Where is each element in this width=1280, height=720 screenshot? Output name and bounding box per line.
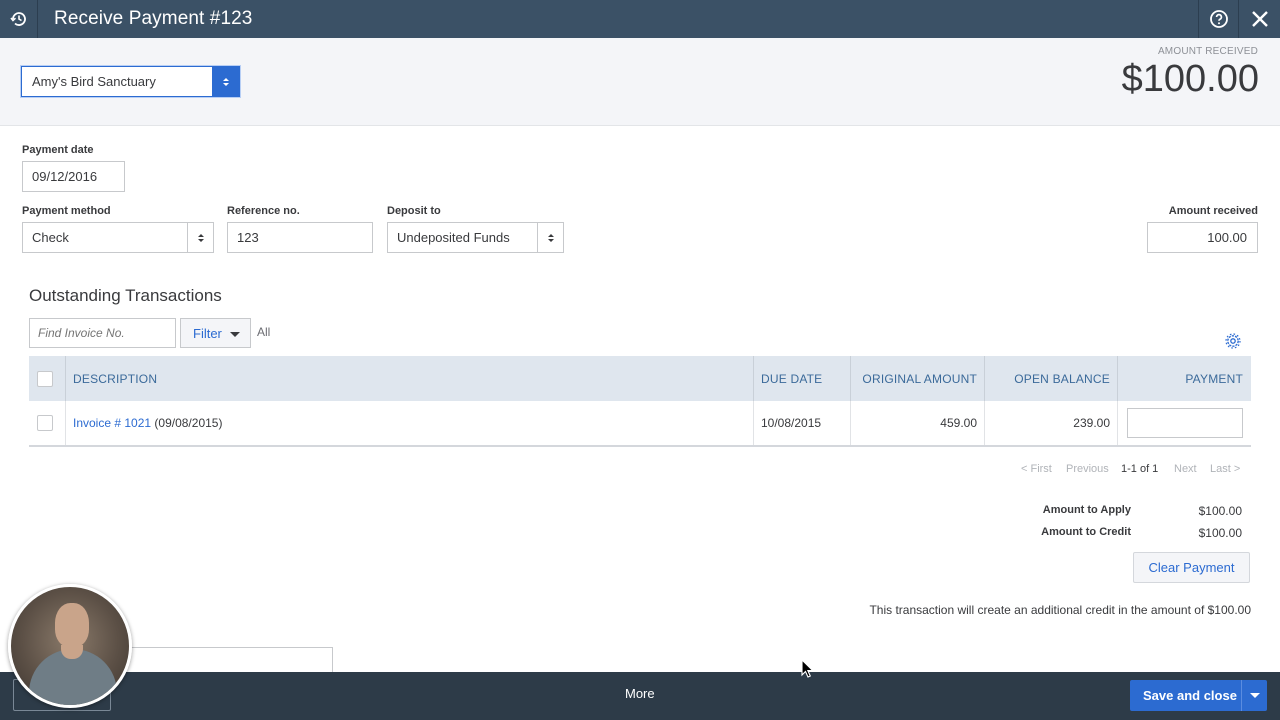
select-arrows-icon[interactable]: [212, 67, 239, 96]
row-description: Invoice # 1021 (09/08/2015): [73, 401, 222, 445]
select-all-checkbox[interactable]: [37, 356, 57, 401]
history-icon[interactable]: [0, 0, 38, 38]
row-open-balance: 239.00: [1073, 416, 1110, 430]
payment-method-label: Payment method: [22, 205, 111, 217]
pager-last[interactable]: Last >: [1210, 463, 1240, 475]
amount-received-total: $100.00: [1121, 58, 1259, 100]
select-arrows-icon: [187, 223, 213, 252]
deposit-to-value: Undeposited Funds: [397, 230, 510, 245]
amount-to-credit-label: Amount to Credit: [1041, 526, 1131, 538]
row-payment-cell: [1127, 401, 1243, 445]
gear-icon[interactable]: [1224, 332, 1242, 355]
customer-select[interactable]: Amy's Bird Sanctuary: [21, 66, 240, 97]
pager-first[interactable]: < First: [1021, 463, 1052, 475]
reference-field[interactable]: 123: [227, 222, 373, 253]
amount-to-credit-value: $100.00: [1198, 526, 1242, 540]
payment-date-field[interactable]: 09/12/2016: [22, 161, 125, 192]
filter-scope: All: [257, 325, 271, 339]
row-original-amount: 459.00: [940, 416, 977, 430]
filter-button[interactable]: Filter: [180, 318, 251, 348]
mouse-cursor-icon: [801, 659, 815, 678]
payment-method-select[interactable]: Check: [22, 222, 214, 253]
column-open-balance[interactable]: OPEN BALANCE: [984, 356, 1110, 401]
title-bar: Receive Payment #123: [0, 0, 1280, 38]
customer-band: Amy's Bird Sanctuary AMOUNT RECEIVED $10…: [0, 38, 1280, 126]
filter-label: Filter: [193, 326, 222, 341]
amount-to-apply-value: $100.00: [1198, 504, 1242, 518]
footer-bar: More Save and close: [0, 672, 1280, 720]
caret-down-icon: [230, 332, 240, 337]
table-row: Invoice # 1021 (09/08/2015) 10/08/2015 4…: [29, 401, 1251, 447]
column-due-date[interactable]: DUE DATE: [761, 356, 822, 401]
customer-value: Amy's Bird Sanctuary: [32, 74, 156, 89]
amount-received-field-value: 100.00: [1207, 230, 1247, 245]
column-original-amount[interactable]: ORIGINAL AMOUNT: [850, 356, 977, 401]
save-and-close-button[interactable]: Save and close: [1130, 680, 1267, 711]
payment-method-value: Check: [32, 230, 69, 245]
payment-date-value: 09/12/2016: [32, 169, 98, 184]
more-button[interactable]: More: [625, 686, 655, 701]
payment-input[interactable]: [1127, 408, 1243, 438]
help-icon[interactable]: [1198, 0, 1238, 38]
outstanding-title: Outstanding Transactions: [29, 286, 222, 305]
table-header: DESCRIPTION DUE DATE ORIGINAL AMOUNT OPE…: [29, 356, 1251, 401]
amount-received-field[interactable]: 100.00: [1147, 222, 1258, 253]
payment-date-label: Payment date: [22, 144, 94, 156]
webcam-overlay: [8, 584, 132, 708]
column-payment[interactable]: PAYMENT: [1117, 356, 1243, 401]
amount-to-apply-label: Amount to Apply: [1042, 504, 1131, 516]
pager-range: 1-1 of 1: [1121, 463, 1159, 475]
amount-received-field-label: Amount received: [1168, 205, 1258, 217]
close-icon[interactable]: [1238, 0, 1280, 38]
row-due-date: 10/08/2015: [761, 416, 822, 430]
select-arrows-icon: [537, 223, 563, 252]
deposit-to-select[interactable]: Undeposited Funds: [387, 222, 564, 253]
pager-next[interactable]: Next: [1174, 463, 1197, 475]
reference-label: Reference no.: [227, 205, 300, 217]
amount-received-label: AMOUNT RECEIVED: [1157, 46, 1258, 57]
page-title: Receive Payment #123: [54, 8, 253, 29]
invoice-link[interactable]: Invoice # 1021: [73, 416, 151, 430]
row-checkbox[interactable]: [37, 401, 57, 445]
save-and-close-label: Save and close: [1143, 688, 1237, 703]
clear-payment-button[interactable]: Clear Payment: [1133, 552, 1250, 583]
credit-note: This transaction will create an addition…: [869, 603, 1251, 617]
pager-previous[interactable]: Previous: [1066, 463, 1109, 475]
reference-value: 123: [237, 230, 259, 245]
invoice-date: (09/08/2015): [154, 416, 223, 430]
deposit-to-label: Deposit to: [387, 205, 441, 217]
column-description[interactable]: DESCRIPTION: [73, 356, 157, 401]
find-invoice-input[interactable]: [29, 318, 176, 348]
caret-down-icon[interactable]: [1250, 693, 1260, 698]
